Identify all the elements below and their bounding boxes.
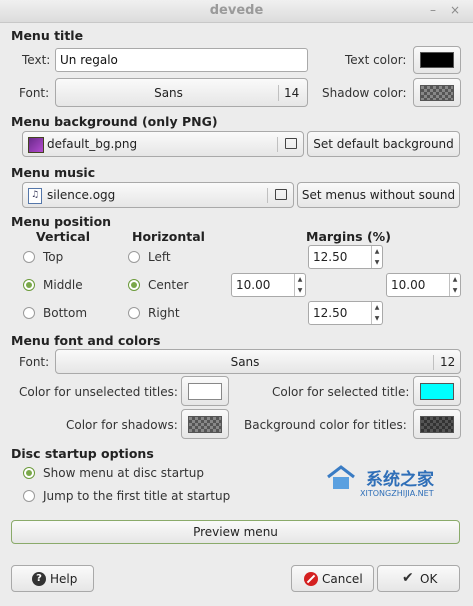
menu-position-heading: Menu position bbox=[11, 214, 112, 229]
help-button[interactable]: ? Help bbox=[11, 565, 94, 592]
unselected-color-label: Color for unselected titles: bbox=[19, 385, 178, 399]
watermark-logo-icon bbox=[326, 463, 356, 493]
horizontal-heading: Horizontal bbox=[132, 229, 205, 244]
spinner-arrows-icon[interactable]: ▲ ▼ bbox=[449, 274, 460, 296]
title-font-size: 14 bbox=[284, 86, 300, 100]
spinner-arrows-icon[interactable]: ▲ ▼ bbox=[371, 302, 382, 324]
margin-bottom-spinner[interactable]: 12.50 ▲ ▼ bbox=[308, 301, 383, 325]
minimize-icon[interactable]: – bbox=[426, 3, 440, 17]
menu-title-text-field[interactable]: Un regalo bbox=[55, 48, 308, 72]
vertical-bottom-radio[interactable] bbox=[23, 307, 35, 319]
bg-titles-color-button[interactable] bbox=[413, 409, 461, 439]
window-title: devede bbox=[209, 3, 264, 18]
menu-background-heading: Menu background (only PNG) bbox=[11, 114, 218, 129]
watermark-subtext: XITONGZHIJIA.NET bbox=[360, 489, 434, 498]
spinner-arrows-icon[interactable]: ▲ ▼ bbox=[294, 274, 305, 296]
show-menu-label: Show menu at disc startup bbox=[43, 466, 204, 480]
spinner-arrows-icon[interactable]: ▲ ▼ bbox=[371, 246, 382, 268]
horizontal-center-label: Center bbox=[148, 278, 189, 292]
horizontal-right-radio[interactable] bbox=[128, 307, 140, 319]
menu-font-heading: Menu font and colors bbox=[11, 333, 161, 348]
font-button-separator bbox=[433, 355, 434, 370]
text-color-button[interactable] bbox=[413, 46, 461, 74]
background-file-name: default_bg.png bbox=[47, 137, 138, 151]
menu-font-name: Sans bbox=[230, 355, 260, 369]
font-button-separator bbox=[278, 85, 279, 101]
chooser-separator bbox=[267, 188, 268, 203]
selected-color-button[interactable] bbox=[413, 376, 461, 406]
cancel-icon bbox=[304, 572, 318, 586]
margin-right-spinner[interactable]: 10.00 ▲ ▼ bbox=[386, 273, 461, 297]
music-file-chooser[interactable]: ♫ silence.ogg bbox=[22, 182, 294, 208]
ok-button[interactable]: ✔ OK bbox=[377, 565, 460, 592]
help-button-label: Help bbox=[50, 572, 78, 586]
bg-titles-color-swatch bbox=[420, 416, 454, 433]
shadow-color-label: Shadow color: bbox=[322, 86, 407, 100]
disc-startup-heading: Disc startup options bbox=[11, 446, 154, 461]
folder-icon bbox=[285, 138, 297, 149]
jump-first-title-radio[interactable] bbox=[23, 490, 35, 502]
shadows-color-swatch bbox=[188, 416, 222, 433]
menu-music-heading: Menu music bbox=[11, 165, 96, 180]
set-menus-without-sound-button[interactable]: Set menus without sound bbox=[297, 182, 460, 208]
margin-top-value: 12.50 bbox=[313, 250, 348, 264]
vertical-top-label: Top bbox=[43, 250, 64, 264]
margin-left-spinner[interactable]: 10.00 ▲ ▼ bbox=[231, 273, 306, 297]
title-font-button[interactable]: Sans 14 bbox=[55, 78, 308, 107]
vertical-middle-radio[interactable] bbox=[23, 279, 35, 291]
margins-heading: Margins (%) bbox=[306, 229, 391, 244]
shadow-color-button[interactable] bbox=[413, 78, 461, 107]
unselected-color-button[interactable] bbox=[181, 376, 229, 406]
title-bar: devede – × bbox=[0, 0, 473, 23]
horizontal-right-label: Right bbox=[148, 306, 180, 320]
folder-icon bbox=[275, 189, 287, 200]
menu-font-button[interactable]: Sans 12 bbox=[55, 349, 461, 374]
title-font-name: Sans bbox=[154, 86, 183, 100]
audio-file-icon: ♫ bbox=[28, 188, 42, 204]
text-color-swatch bbox=[420, 52, 454, 68]
text-color-label: Text color: bbox=[345, 53, 407, 67]
cancel-button-label: Cancel bbox=[322, 572, 363, 586]
close-icon[interactable]: × bbox=[448, 3, 462, 17]
shadows-color-button[interactable] bbox=[181, 409, 229, 439]
selected-color-label: Color for selected title: bbox=[272, 385, 410, 399]
bg-titles-color-label: Background color for titles: bbox=[244, 418, 407, 432]
font-label: Font: bbox=[19, 86, 50, 100]
cancel-button[interactable]: Cancel bbox=[291, 565, 374, 592]
margin-right-value: 10.00 bbox=[391, 278, 426, 292]
margin-top-spinner[interactable]: 12.50 ▲ ▼ bbox=[308, 245, 383, 269]
preview-menu-button[interactable]: Preview menu bbox=[11, 520, 460, 544]
vertical-middle-label: Middle bbox=[43, 278, 83, 292]
shadow-color-swatch bbox=[420, 85, 454, 101]
horizontal-left-radio[interactable] bbox=[128, 251, 140, 263]
watermark-text: 系统之家 bbox=[366, 470, 434, 490]
checkmark-icon: ✔ bbox=[402, 570, 414, 586]
chooser-separator bbox=[277, 137, 278, 152]
music-file-name: silence.ogg bbox=[47, 188, 116, 202]
menu-font-size: 12 bbox=[440, 355, 456, 369]
background-file-chooser[interactable]: default_bg.png bbox=[22, 131, 304, 157]
shadows-color-label: Color for shadows: bbox=[66, 418, 178, 432]
margin-bottom-value: 12.50 bbox=[313, 306, 348, 320]
show-menu-radio[interactable] bbox=[23, 467, 35, 479]
menu-title-heading: Menu title bbox=[11, 28, 84, 43]
set-default-background-button[interactable]: Set default background bbox=[307, 131, 460, 157]
horizontal-left-label: Left bbox=[148, 250, 171, 264]
margin-left-value: 10.00 bbox=[236, 278, 271, 292]
vertical-top-radio[interactable] bbox=[23, 251, 35, 263]
selected-color-swatch bbox=[420, 383, 454, 400]
horizontal-center-radio[interactable] bbox=[128, 279, 140, 291]
help-icon: ? bbox=[32, 572, 46, 586]
image-file-icon bbox=[28, 137, 44, 153]
vertical-bottom-label: Bottom bbox=[43, 306, 88, 320]
jump-first-title-label: Jump to the first title at startup bbox=[43, 489, 231, 503]
menu-font-label: Font: bbox=[19, 355, 50, 369]
ok-button-label: OK bbox=[420, 572, 438, 586]
text-label: Text: bbox=[22, 53, 51, 67]
vertical-heading: Vertical bbox=[36, 229, 91, 244]
unselected-color-swatch bbox=[188, 383, 222, 400]
